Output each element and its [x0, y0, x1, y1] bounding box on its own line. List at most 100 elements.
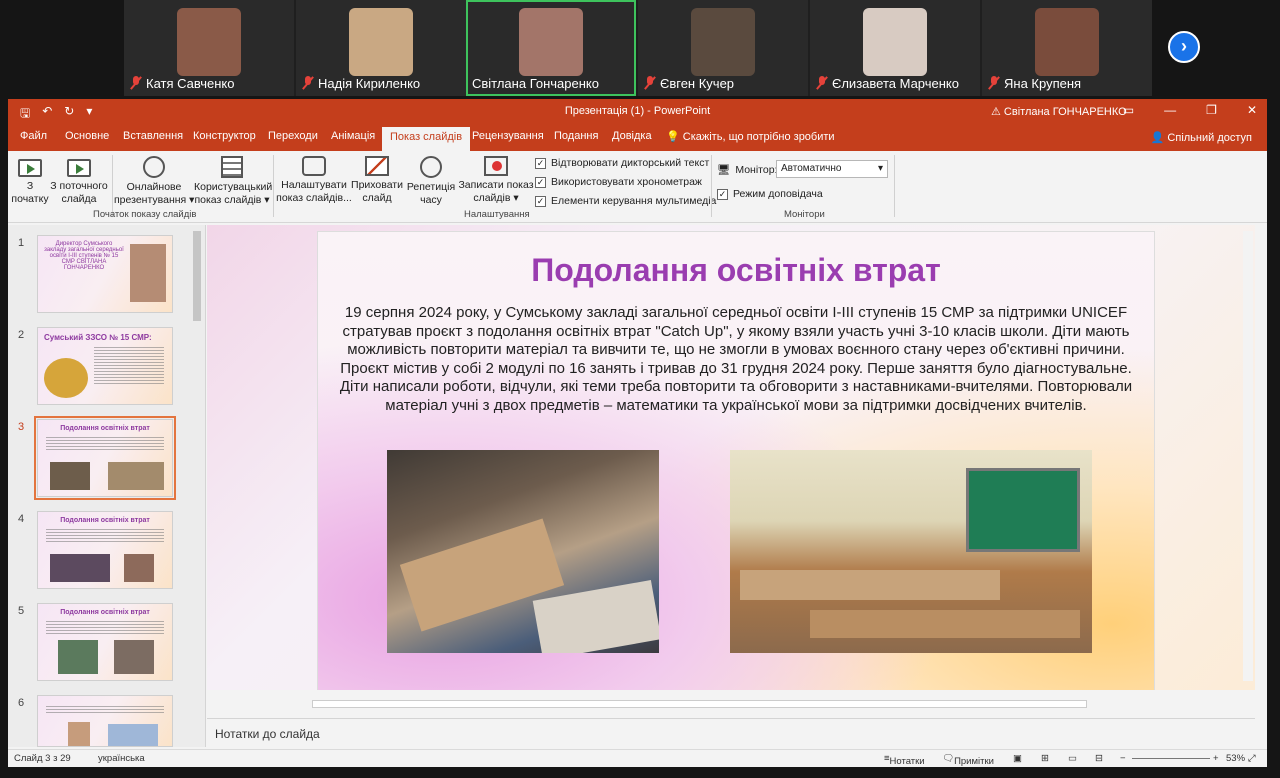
slide-thumbnail[interactable]: Подолання освітніх втрат: [37, 603, 173, 681]
record-show-button[interactable]: Записати показ слайдів ▾: [456, 156, 536, 205]
notes-pane[interactable]: Нотатки до слайда: [207, 718, 1255, 747]
present-online-button[interactable]: Онлайнове презентування ▾: [114, 156, 194, 207]
slide-thumbnail-row[interactable]: 5 Подолання освітніх втрат: [8, 593, 206, 681]
mic-off-icon: [302, 76, 314, 90]
tab-transitions[interactable]: Переходи: [268, 130, 318, 142]
zoom-level[interactable]: 53%: [1226, 753, 1245, 764]
divider: [711, 155, 712, 217]
presenter-view-checkbox[interactable]: ✓ Режим доповідача: [717, 188, 823, 200]
monitor-icon: 🖥: [717, 164, 731, 176]
use-timings-checkbox[interactable]: ✓ Використовувати хронометраж: [535, 176, 702, 188]
tab-animations[interactable]: Анімація: [331, 130, 375, 142]
slide-thumbnail-row[interactable]: 2 Сумський ЗЗСО № 15 СМР:: [8, 317, 206, 405]
participant-tile[interactable]: Євген Кучер: [638, 0, 808, 96]
slide-thumbnail-row-current[interactable]: 3 Подолання освітніх втрат: [8, 409, 206, 500]
share-button[interactable]: 👤 Спільний доступ: [1151, 131, 1252, 144]
slide-thumbnails-pane: 1 Директор Сумського закладу загальної с…: [8, 225, 206, 747]
hide-slide-button[interactable]: Приховати слайд: [351, 156, 403, 205]
thumbnail-text: [46, 527, 164, 543]
slide-thumbnail[interactable]: [37, 695, 173, 747]
students-photo-2[interactable]: [730, 450, 1092, 653]
tab-help[interactable]: Довідка: [612, 130, 652, 142]
mic-off-icon: [130, 76, 142, 90]
slide-number: 4: [18, 513, 25, 525]
slide-body-text[interactable]: 19 серпня 2024 року, у Сумському закладі…: [338, 304, 1134, 415]
notes-toggle[interactable]: ≡ Нотатки: [884, 753, 925, 767]
powerpoint-window: 🖫 ↶ ↻ ▾ Презентація (1) - PowerPoint ⚠ С…: [8, 99, 1267, 767]
hide-slide-label: Приховати слайд: [351, 179, 403, 204]
close-button[interactable]: ✕: [1247, 103, 1257, 117]
group-label-monitors: Монітори: [784, 209, 825, 220]
tab-view[interactable]: Подання: [554, 130, 598, 142]
participant-tile-active-speaker[interactable]: Світлана Гончаренко: [466, 0, 636, 96]
participant-tile[interactable]: Катя Савченко: [124, 0, 294, 96]
tab-slide-show[interactable]: Показ слайдів: [382, 127, 471, 151]
notes-toggle-label: Нотатки: [889, 756, 925, 767]
current-slide[interactable]: Подолання освітніх втрат 19 серпня 2024 …: [317, 231, 1155, 690]
slide-thumbnail-current[interactable]: Подолання освітніх втрат: [34, 416, 176, 500]
ribbon-display-icon[interactable]: ▭: [1123, 103, 1134, 117]
zoom-slider[interactable]: [1132, 758, 1210, 759]
students-photo-1[interactable]: [387, 450, 659, 653]
play-narrations-checkbox[interactable]: ✓ Відтворювати дикторський текст: [535, 157, 709, 169]
from-beginning-button[interactable]: З початку: [10, 156, 50, 206]
thumbnails-scrollbar[interactable]: [193, 231, 201, 321]
scroll-thumb[interactable]: [312, 700, 1087, 708]
globe-icon: [143, 156, 165, 178]
thumbnail-title: Подолання освітніх втрат: [60, 517, 150, 524]
tab-review[interactable]: Рецензування: [472, 130, 544, 142]
setup-show-button[interactable]: Налаштувати показ слайдів...: [276, 156, 352, 205]
present-online-label: Онлайнове презентування ▾: [114, 181, 195, 206]
participants-row: Катя Савченко Надія Кириленко Світлана Г…: [124, 0, 1152, 96]
rehearse-timings-label: Репетиція часу: [406, 181, 456, 206]
stopwatch-icon: [420, 156, 442, 178]
from-current-button[interactable]: З поточного слайда: [49, 156, 109, 206]
slide-thumbnail[interactable]: Подолання освітніх втрат: [37, 511, 173, 589]
minimize-button[interactable]: —: [1164, 103, 1176, 117]
reading-view-icon[interactable]: ▭: [1068, 753, 1077, 764]
slide-number: 1: [18, 237, 25, 249]
normal-view-icon[interactable]: ▣: [1013, 753, 1022, 764]
editor-scrollbar[interactable]: [1243, 231, 1253, 681]
slide-thumbnail-row[interactable]: 1 Директор Сумського закладу загальної с…: [8, 225, 206, 313]
tell-me-search[interactable]: 💡 Скажіть, що потрібно зробити: [666, 130, 835, 143]
fit-to-window-icon[interactable]: ⤢: [1248, 753, 1256, 764]
horizontal-scrollbar[interactable]: [207, 698, 1255, 710]
participant-tile[interactable]: Єлизавета Марченко: [810, 0, 980, 96]
comments-toggle[interactable]: 🗨 Примітки: [942, 753, 994, 767]
slide-number: 5: [18, 605, 25, 617]
group-label-setup: Налаштування: [464, 209, 530, 220]
presenter-view-label: Режим доповідача: [733, 188, 823, 200]
slide-title[interactable]: Подолання освітніх втрат: [318, 252, 1154, 289]
tab-insert[interactable]: Вставлення: [123, 130, 183, 142]
thumbnail-text: [94, 345, 164, 385]
media-controls-checkbox[interactable]: ✓ Елементи керування мультимедіа: [535, 195, 716, 207]
monitor-select[interactable]: Автоматично ▾: [776, 160, 888, 178]
slide-thumbnail[interactable]: Сумський ЗЗСО № 15 СМР:: [37, 327, 173, 405]
tab-file[interactable]: Файл: [20, 130, 47, 142]
thumbnail-photo: [114, 640, 154, 674]
language-indicator[interactable]: українська: [98, 753, 145, 764]
restore-button[interactable]: ❐: [1206, 103, 1217, 117]
slideshow-view-icon[interactable]: ⊟: [1095, 753, 1103, 764]
rehearse-timings-button[interactable]: Репетиція часу: [406, 156, 456, 207]
participant-tile[interactable]: Надія Кириленко: [296, 0, 466, 96]
slide-sorter-icon[interactable]: ⊞: [1041, 753, 1049, 764]
mic-off-icon: [644, 76, 656, 90]
participant-tile[interactable]: Яна Крупеня: [982, 0, 1152, 96]
next-participants-button[interactable]: ›: [1168, 31, 1200, 63]
participant-video: [863, 8, 927, 76]
zoom-out-button[interactable]: −: [1120, 753, 1126, 764]
zoom-in-button[interactable]: +: [1213, 753, 1219, 764]
slide-counter: Слайд 3 з 29: [14, 753, 71, 764]
thumbnail-text: [46, 704, 164, 714]
slide-thumbnail[interactable]: Директор Сумського закладу загальної сер…: [37, 235, 173, 313]
slide-thumbnail-row[interactable]: 4 Подолання освітніх втрат: [8, 501, 206, 589]
from-current-label: З поточного слайда: [50, 180, 108, 205]
custom-show-button[interactable]: Користувацький показ слайдів ▾: [194, 156, 272, 207]
thumbnail-photo: [50, 462, 90, 490]
tab-home[interactable]: Основне: [65, 130, 109, 142]
tab-design[interactable]: Конструктор: [193, 130, 256, 142]
account-name[interactable]: ⚠ Світлана ГОНЧАРЕНКО: [991, 105, 1127, 118]
thumbnail-title: Подолання освітніх втрат: [60, 609, 150, 616]
